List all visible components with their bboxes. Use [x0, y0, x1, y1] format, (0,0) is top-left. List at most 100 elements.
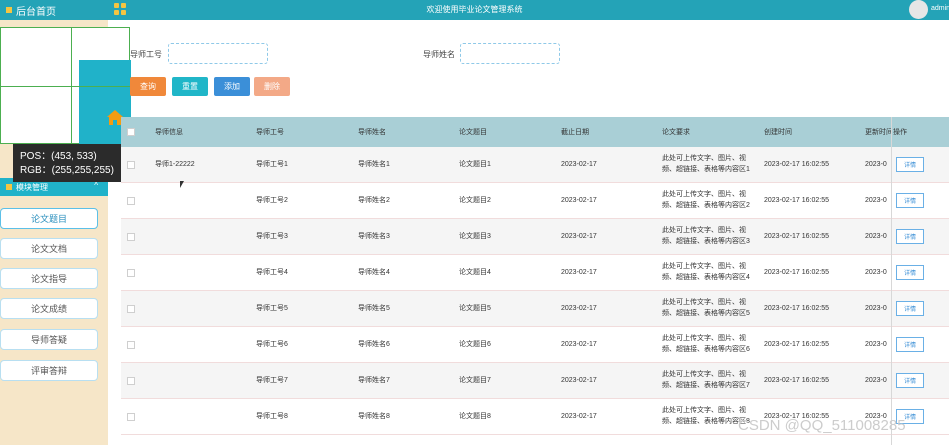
- row-checkbox[interactable]: [127, 269, 135, 277]
- cell-deadline: 2023-02-17: [561, 413, 597, 420]
- detail-button[interactable]: 详情: [896, 229, 924, 244]
- header-deadline: 截止日期: [561, 129, 589, 136]
- sidebar-item[interactable]: 论文题目: [0, 208, 98, 229]
- table-header: 导师信息 导师工号 导师姓名 论文题目 截止日期 论文要求 创建时间 更新时间 …: [121, 117, 949, 147]
- detail-button[interactable]: 详情: [896, 265, 924, 280]
- cell-teacher-name: 导师姓名7: [358, 377, 390, 384]
- cell-deadline: 2023-02-17: [561, 161, 597, 168]
- row-checkbox[interactable]: [127, 161, 135, 169]
- table-row: 导师工号6 导师姓名6 论文题目6 2023-02-17 2023-02-17 16:0…: [121, 327, 949, 363]
- cell-updated: 2023-0: [865, 233, 887, 240]
- teacher-no-input[interactable]: [168, 43, 268, 64]
- delete-button[interactable]: 删除: [254, 77, 290, 96]
- cell-created: 2023-02-17 16:02:55: [764, 341, 829, 348]
- sidebar-item[interactable]: 论文成绩: [0, 298, 98, 319]
- cell-requirements: 此处可上传文字、图片、视 频、超链接、表格等内容区8: [662, 405, 750, 427]
- header-updated: 更新时间: [865, 129, 891, 136]
- column-divider: [891, 117, 892, 445]
- cell-deadline: 2023-02-17: [561, 341, 597, 348]
- requirements-line: 此处可上传文字、图片、视: [662, 191, 746, 198]
- cell-requirements: 此处可上传文字、图片、视 频、超链接、表格等内容区2: [662, 189, 750, 211]
- table-row: 导师工号5 导师姓名5 论文题目5 2023-02-17 2023-02-17 16:0…: [121, 291, 949, 327]
- header-teacher-info: 导师信息: [155, 129, 183, 136]
- cell-topic: 论文题目8: [459, 413, 491, 420]
- row-checkbox[interactable]: [127, 377, 135, 385]
- cell-updated: 2023-0: [865, 197, 887, 204]
- cell-teacher-no: 导师工号2: [256, 197, 288, 204]
- cell-teacher-no: 导师工号4: [256, 269, 288, 276]
- cell-topic: 论文题目6: [459, 341, 491, 348]
- cell-requirements: 此处可上传文字、图片、视 频、超链接、表格等内容区6: [662, 333, 750, 355]
- cell-updated: 2023-0: [865, 269, 887, 276]
- row-checkbox[interactable]: [127, 413, 135, 421]
- sidebar-item[interactable]: 论文文档: [0, 238, 98, 259]
- header-created: 创建时间: [764, 129, 792, 136]
- cell-updated: 2023-0: [865, 161, 887, 168]
- cell-teacher-no: 导师工号6: [256, 341, 288, 348]
- table-row: 导师工号7 导师姓名7 论文题目7 2023-02-17 2023-02-17 16:0…: [121, 363, 949, 399]
- requirements-line: 此处可上传文字、图片、视: [662, 299, 746, 306]
- page-title: 欢迎使用毕业论文管理系统: [426, 5, 523, 14]
- row-checkbox[interactable]: [127, 341, 135, 349]
- cell-teacher-no: 导师工号3: [256, 233, 288, 240]
- row-checkbox[interactable]: [127, 233, 135, 241]
- avatar[interactable]: [909, 0, 928, 19]
- detail-button[interactable]: 详情: [896, 157, 924, 172]
- cell-teacher-name: 导师姓名3: [358, 233, 390, 240]
- header-teacher-name: 导师姓名: [358, 129, 386, 136]
- cell-teacher-name: 导师姓名8: [358, 413, 390, 420]
- requirements-line: 此处可上传文字、图片、视: [662, 227, 746, 234]
- cell-created: 2023-02-17 16:02:55: [764, 161, 829, 168]
- cell-requirements: 此处可上传文字、图片、视 频、超链接、表格等内容区3: [662, 225, 750, 247]
- requirements-line: 此处可上传文字、图片、视: [662, 335, 746, 342]
- detail-button[interactable]: 详情: [896, 301, 924, 316]
- row-checkbox[interactable]: [127, 197, 135, 205]
- cell-teacher-no: 导师工号5: [256, 305, 288, 312]
- header-action: 操作: [893, 129, 907, 136]
- cell-topic: 论文题目3: [459, 233, 491, 240]
- requirements-line: 频、超链接、表格等内容区3: [662, 238, 750, 245]
- sidebar-item[interactable]: 论文指导: [0, 268, 98, 289]
- cell-requirements: 此处可上传文字、图片、视 频、超链接、表格等内容区5: [662, 297, 750, 319]
- cell-topic: 论文题目1: [459, 161, 491, 168]
- detail-button[interactable]: 详情: [896, 373, 924, 388]
- detail-button[interactable]: 详情: [896, 193, 924, 208]
- cell-topic: 论文题目4: [459, 269, 491, 276]
- cell-requirements: 此处可上传文字、图片、视 频、超链接、表格等内容区4: [662, 261, 750, 283]
- cell-topic: 论文题目2: [459, 197, 491, 204]
- cell-deadline: 2023-02-17: [561, 377, 597, 384]
- cell-requirements: 此处可上传文字、图片、视 频、超链接、表格等内容区1: [662, 153, 750, 175]
- cell-topic: 论文题目5: [459, 305, 491, 312]
- cell-teacher-no: 导师工号7: [256, 377, 288, 384]
- requirements-line: 频、超链接、表格等内容区5: [662, 310, 750, 317]
- select-all-checkbox[interactable]: [127, 128, 135, 136]
- cell-created: 2023-02-17 16:02:55: [764, 233, 829, 240]
- requirements-line: 频、超链接、表格等内容区1: [662, 166, 750, 173]
- sidebar-item[interactable]: 导师答疑: [0, 329, 98, 350]
- user-name[interactable]: admin: [931, 5, 949, 12]
- mouse-cursor-icon: [180, 181, 184, 188]
- sidebar-item[interactable]: 评审答辩: [0, 360, 98, 381]
- detail-button[interactable]: 详情: [896, 337, 924, 352]
- cell-updated: 2023-0: [865, 341, 887, 348]
- cell-teacher-no: 导师工号8: [256, 413, 288, 420]
- cell-updated: 2023-0: [865, 377, 887, 384]
- requirements-line: 此处可上传文字、图片、视: [662, 371, 746, 378]
- row-checkbox[interactable]: [127, 305, 135, 313]
- requirements-line: 此处可上传文字、图片、视: [662, 407, 746, 414]
- watermark: CSDN @QQ_511008285: [738, 417, 906, 434]
- reset-button[interactable]: 重置: [172, 77, 208, 96]
- position-readout: POS：(453, 533): [20, 151, 97, 162]
- cell-teacher-name: 导师姓名2: [358, 197, 390, 204]
- requirements-line: 频、超链接、表格等内容区4: [662, 274, 750, 281]
- cell-teacher-name: 导师姓名4: [358, 269, 390, 276]
- table-row: 导师工号4 导师姓名4 论文题目4 2023-02-17 2023-02-17 16:0…: [121, 255, 949, 291]
- requirements-line: 频、超链接、表格等内容区2: [662, 202, 750, 209]
- cell-deadline: 2023-02-17: [561, 197, 597, 204]
- teacher-name-input[interactable]: [460, 43, 560, 64]
- add-button[interactable]: 添加: [214, 77, 250, 96]
- header-teacher-no: 导师工号: [256, 129, 284, 136]
- query-button[interactable]: 查询: [130, 77, 166, 96]
- cell-teacher-name: 导师姓名1: [358, 161, 390, 168]
- teacher-no-label: 导师工号: [130, 50, 162, 59]
